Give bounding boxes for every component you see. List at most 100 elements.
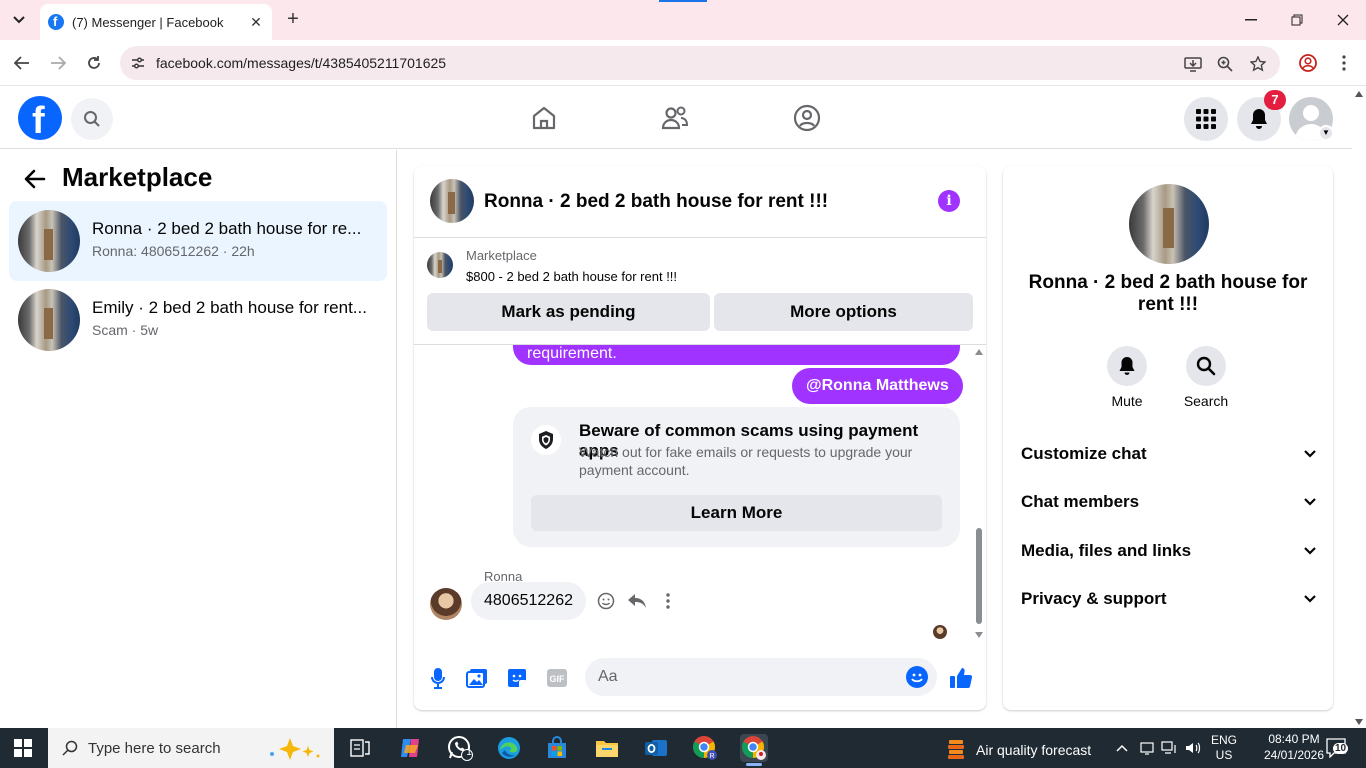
microsoft-store-icon[interactable]: [543, 734, 571, 762]
page-scrollbar[interactable]: [1352, 87, 1366, 728]
emoji-icon[interactable]: [906, 666, 928, 688]
chrome-active-icon[interactable]: [740, 734, 768, 766]
tab-search-button[interactable]: [8, 9, 30, 31]
svg-text:R: R: [709, 753, 714, 760]
listing-title[interactable]: $800 - 2 bed 2 bath house for rent !!!: [466, 269, 677, 284]
taskbar-clock[interactable]: 08:40 PM 24/01/2026: [1262, 731, 1326, 763]
section-label: Media, files and links: [1021, 541, 1192, 560]
bookmark-star-icon[interactable]: [1249, 55, 1267, 73]
nav-groups[interactable]: [789, 101, 825, 135]
meet-now-icon[interactable]: [1138, 728, 1156, 768]
sender-avatar[interactable]: [430, 588, 462, 620]
more-options-button[interactable]: More options: [714, 293, 973, 331]
thread-scrollbar[interactable]: [972, 345, 986, 641]
back-button[interactable]: [10, 51, 34, 75]
nav-home[interactable]: [526, 101, 562, 135]
react-emoji-icon[interactable]: [595, 590, 617, 612]
site-settings-icon[interactable]: [130, 55, 146, 71]
back-arrow-icon[interactable]: [22, 166, 48, 192]
language-indicator[interactable]: ENG US: [1206, 728, 1242, 768]
scroll-up-arrow-icon[interactable]: [975, 349, 983, 355]
volume-icon[interactable]: [1184, 728, 1202, 768]
browser-toolbar: facebook.com/messages/t/4385405211701625: [0, 40, 1366, 86]
network-icon[interactable]: [1160, 728, 1178, 768]
more-actions-icon[interactable]: [657, 590, 679, 612]
facebook-logo[interactable]: f: [18, 96, 62, 142]
section-privacy-support[interactable]: Privacy & support: [1021, 579, 1317, 619]
file-explorer-icon[interactable]: [593, 734, 621, 762]
section-chat-members[interactable]: Chat members: [1021, 482, 1317, 522]
outgoing-message[interactable]: requirement.: [513, 345, 960, 365]
facebook-logo-glyph: f: [32, 100, 45, 142]
reload-icon: [88, 56, 100, 69]
outlook-app-icon[interactable]: [642, 734, 670, 762]
minimize-button[interactable]: [1228, 0, 1274, 40]
browser-tab[interactable]: (7) Messenger | Facebook ✕: [40, 4, 272, 40]
section-label: Chat members: [1021, 492, 1140, 511]
message-input[interactable]: Aa: [585, 658, 937, 696]
thumbs-up-icon[interactable]: [949, 666, 973, 690]
section-customize-chat[interactable]: Customize chat: [1021, 434, 1317, 474]
accent-line: [659, 0, 707, 2]
task-view-icon[interactable]: [346, 734, 374, 762]
conversation-avatar[interactable]: [1129, 184, 1209, 264]
reload-button[interactable]: [82, 51, 106, 75]
search-label: Search: [1183, 393, 1229, 409]
close-tab-icon[interactable]: ✕: [248, 14, 264, 31]
close-window-button[interactable]: [1320, 0, 1366, 40]
chrome-menu-button[interactable]: [1332, 51, 1356, 75]
install-app-icon[interactable]: [1184, 55, 1202, 73]
address-bar[interactable]: facebook.com/messages/t/4385405211701625: [120, 46, 1280, 80]
windows-start-icon[interactable]: [14, 739, 32, 757]
chat-title[interactable]: Ronna · 2 bed 2 bath house for rent !!!: [484, 191, 828, 213]
mark-pending-button[interactable]: Mark as pending: [427, 293, 710, 331]
weather-widget[interactable]: Air quality forecast: [946, 738, 1091, 762]
edge-app-icon[interactable]: [495, 734, 523, 762]
restore-button[interactable]: [1274, 0, 1320, 40]
conversation-item-ronna[interactable]: Ronna · 2 bed 2 bath house for re... Ron…: [9, 201, 387, 281]
chrome-profile-r-icon[interactable]: R: [691, 734, 719, 762]
incoming-message[interactable]: 4806512262: [471, 582, 586, 620]
conversation-item-emily[interactable]: Emily · 2 bed 2 bath house for rent... S…: [9, 280, 387, 360]
message-text: requirement.: [527, 345, 617, 362]
avatar-head: [1303, 105, 1319, 121]
new-tab-button[interactable]: +: [282, 8, 304, 30]
profile-button[interactable]: [1296, 51, 1320, 75]
listing-source: Marketplace: [466, 248, 537, 263]
search-icon: [62, 740, 78, 756]
outgoing-message-mention[interactable]: @Ronna Matthews: [792, 368, 963, 404]
scrollbar-thumb[interactable]: [976, 528, 982, 624]
show-hidden-icons-icon[interactable]: [1112, 728, 1132, 768]
clock-time: 08:40 PM: [1268, 732, 1320, 746]
close-icon: [1337, 14, 1349, 26]
menu-button[interactable]: [1184, 97, 1228, 141]
photo-attach-icon[interactable]: [465, 666, 489, 690]
search-conversation-button[interactable]: Search: [1176, 346, 1236, 409]
conversation-preview: Ronna: 4806512262 · 22h: [92, 243, 255, 259]
whatsapp-app-icon[interactable]: 1: [446, 734, 474, 762]
zoom-icon[interactable]: [1216, 55, 1234, 73]
learn-more-button[interactable]: Learn More: [531, 495, 942, 531]
account-chevron-icon[interactable]: ▼: [1318, 125, 1334, 141]
region-text: US: [1215, 748, 1233, 762]
facebook-search-button[interactable]: [71, 98, 113, 140]
bell-icon: [1119, 357, 1135, 375]
sticker-icon[interactable]: [505, 666, 529, 690]
nav-friends[interactable]: [657, 101, 693, 135]
chat-avatar[interactable]: [430, 179, 474, 223]
forward-button[interactable]: [46, 51, 70, 75]
section-media-files-links[interactable]: Media, files and links: [1021, 531, 1317, 571]
taskbar-search[interactable]: Type here to search: [48, 728, 334, 768]
gif-icon[interactable]: GIF: [545, 666, 569, 690]
microphone-icon[interactable]: [426, 666, 450, 690]
scroll-down-arrow-icon[interactable]: [975, 632, 983, 638]
marketplace-title: Marketplace: [62, 162, 213, 192]
mute-button[interactable]: Mute: [1097, 346, 1157, 409]
info-icon[interactable]: i: [938, 190, 960, 212]
notification-center-button[interactable]: 10: [1326, 738, 1349, 759]
restore-icon: [1291, 14, 1303, 26]
scroll-up-arrow-icon[interactable]: [1355, 91, 1363, 97]
copilot-app-icon[interactable]: [397, 734, 425, 762]
scroll-down-arrow-icon[interactable]: [1355, 719, 1363, 725]
reply-icon[interactable]: [626, 590, 648, 612]
